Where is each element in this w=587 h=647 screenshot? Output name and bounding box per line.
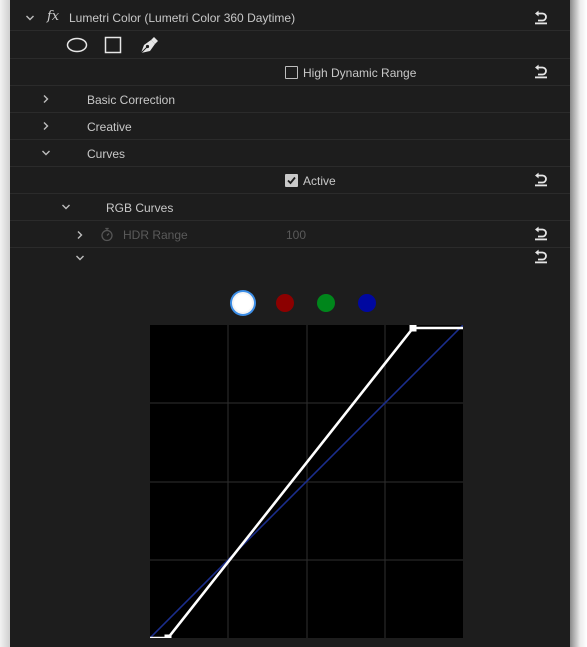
effect-header-row[interactable]: fx Lumetri Color (Lumetri Color 360 Dayt…	[10, 4, 570, 31]
rectangle-mask-icon[interactable]	[104, 36, 122, 54]
basic-correction-row[interactable]: Basic Correction	[10, 86, 570, 113]
creative-row[interactable]: Creative	[10, 113, 570, 140]
chevron-down-icon[interactable]	[40, 147, 52, 159]
chevron-right-icon[interactable]	[74, 229, 86, 241]
mask-tools-row	[10, 31, 570, 59]
channel-blue-button[interactable]	[358, 294, 376, 312]
curve-control-point[interactable]	[164, 634, 172, 642]
effect-title: Lumetri Color (Lumetri Color 360 Daytime…	[69, 11, 296, 25]
reset-icon[interactable]	[534, 171, 548, 187]
active-checkbox[interactable]	[285, 174, 298, 187]
hdr-range-row: HDR Range 100	[10, 221, 570, 248]
basic-correction-label: Basic Correction	[87, 93, 176, 107]
curve-editor-row	[10, 248, 570, 268]
fx-badge[interactable]: fx	[47, 9, 59, 25]
chevron-down-icon[interactable]	[74, 252, 86, 264]
stopwatch-icon	[101, 227, 113, 242]
hdr-range-value: 100	[286, 228, 307, 242]
active-row: Active	[10, 167, 570, 194]
reset-icon[interactable]	[534, 225, 548, 241]
left-window-edge	[0, 0, 10, 647]
chevron-down-icon[interactable]	[24, 12, 36, 24]
active-label: Active	[303, 174, 336, 188]
channel-green-button[interactable]	[317, 294, 335, 312]
hdr-label: High Dynamic Range	[303, 66, 417, 80]
ellipse-mask-icon[interactable]	[66, 37, 88, 53]
creative-label: Creative	[87, 120, 132, 134]
rgb-curves-row[interactable]: RGB Curves	[10, 194, 570, 221]
chevron-right-icon[interactable]	[40, 120, 52, 132]
curves-plot[interactable]	[149, 324, 464, 642]
pen-mask-icon[interactable]	[138, 34, 160, 56]
hdr-range-label: HDR Range	[123, 228, 188, 242]
reset-icon[interactable]	[534, 63, 548, 79]
hdr-row: High Dynamic Range	[10, 59, 570, 86]
curves-graph[interactable]	[149, 324, 464, 642]
rgb-curves-label: RGB Curves	[106, 201, 174, 215]
curves-label: Curves	[87, 147, 126, 161]
effect-controls-panel: fx Lumetri Color (Lumetri Color 360 Dayt…	[10, 0, 570, 647]
hdr-checkbox[interactable]	[285, 66, 298, 79]
chevron-down-icon[interactable]	[60, 201, 72, 213]
curve-control-point[interactable]	[409, 324, 417, 332]
reset-icon[interactable]	[534, 9, 548, 25]
checkmark-icon	[287, 176, 296, 185]
channel-white-button[interactable]	[232, 292, 254, 314]
chevron-right-icon[interactable]	[40, 93, 52, 105]
right-window-shadow	[570, 0, 587, 647]
curves-row[interactable]: Curves	[10, 140, 570, 167]
channel-red-button[interactable]	[276, 294, 294, 312]
reset-icon[interactable]	[534, 248, 548, 264]
